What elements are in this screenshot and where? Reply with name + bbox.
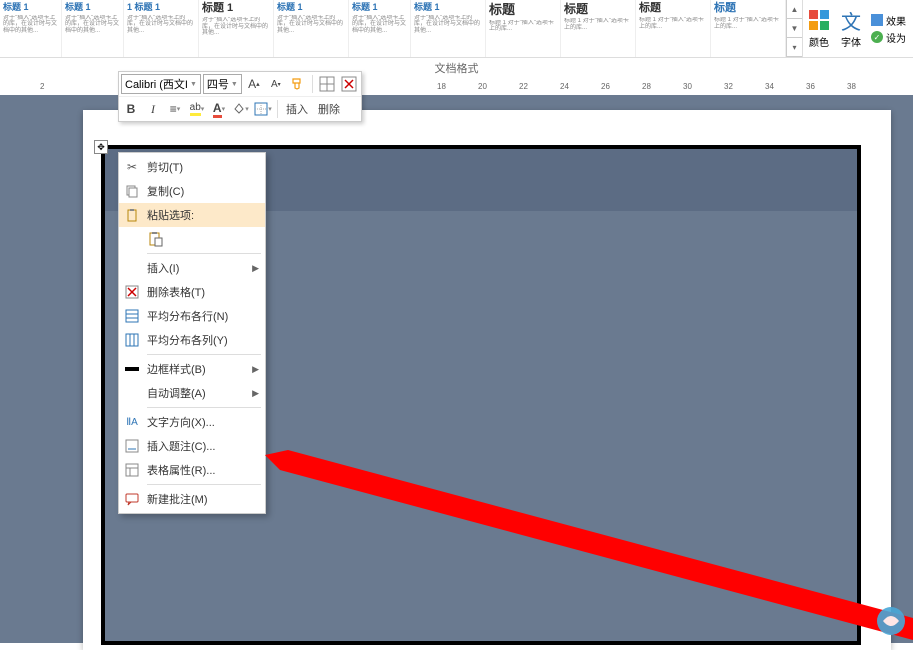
scissors-icon: ✂ [123, 159, 141, 175]
align-button[interactable]: ≡▾ [165, 99, 185, 119]
delete-table-menuitem[interactable]: 删除表格(T) [119, 280, 265, 304]
chevron-right-icon: ▶ [252, 388, 259, 399]
watermark-logo [873, 603, 909, 639]
brush-icon [291, 77, 305, 91]
paint-bucket-icon [233, 103, 245, 115]
distribute-cols-icon [123, 332, 141, 348]
style-option[interactable]: 标题 标题 1 对于"插入"选项卡上的库... [636, 0, 711, 57]
scroll-up-button[interactable]: ▲ [787, 0, 802, 19]
insert-table-button[interactable] [317, 74, 337, 94]
insert-caption-menuitem[interactable]: 插入题注(C)... [119, 434, 265, 458]
colors-icon [807, 8, 831, 32]
cut-menuitem[interactable]: ✂ 剪切(T) [119, 155, 265, 179]
scroll-down-button[interactable]: ▼ [787, 19, 802, 38]
border-styles-menuitem[interactable]: 边框样式(B) ▶ [119, 357, 265, 381]
check-icon: ✓ [871, 31, 883, 43]
decrease-font-button[interactable]: A▾ [266, 74, 286, 94]
table-properties-menuitem[interactable]: 表格属性(R)... [119, 458, 265, 482]
table-delete-icon [341, 76, 357, 92]
copy-icon [123, 183, 141, 199]
borders-button[interactable]: ▾ [253, 99, 273, 119]
highlight-button[interactable]: ab▾ [187, 99, 207, 119]
chevron-right-icon: ▶ [252, 263, 259, 274]
fonts-icon: 文 [839, 8, 863, 32]
copy-menuitem[interactable]: 复制(C) [119, 179, 265, 203]
new-comment-menuitem[interactable]: 新建批注(M) [119, 487, 265, 511]
insert-menuitem[interactable]: 插入(I) ▶ [119, 256, 265, 280]
comment-icon [123, 491, 141, 507]
border-style-icon [123, 361, 141, 377]
style-option[interactable]: 标题 1 对于"插入"选项卡上的库，在设计时与文档中的其他... [274, 0, 349, 57]
autofit-menuitem[interactable]: 自动调整(A) ▶ [119, 381, 265, 405]
style-option[interactable]: 标题 1 对于"插入"选项卡上的库，在设计时与文档中的其他... [62, 0, 124, 57]
fonts-button[interactable]: 文 字体 [839, 8, 863, 49]
font-color-button[interactable]: A▾ [209, 99, 229, 119]
style-option[interactable]: 标题 标题 1 对于"插入"选项卡上的库... [486, 0, 561, 57]
delete-label-button[interactable]: 删除 [314, 99, 344, 119]
clipboard-icon [123, 207, 141, 223]
style-option[interactable]: 1 标题 1 对于"插入"选项卡上的库，在设计时与文档中的其他... [124, 0, 199, 57]
style-gallery-scroll: ▲ ▼ ▾ [786, 0, 802, 57]
paste-keep-formatting[interactable] [119, 227, 265, 251]
bold-button[interactable]: B [121, 99, 141, 119]
italic-button[interactable]: I [143, 99, 163, 119]
text-direction-menuitem[interactable]: ⅡA 文字方向(X)... [119, 410, 265, 434]
increase-font-button[interactable]: A▴ [244, 74, 264, 94]
shading-button[interactable]: ▾ [231, 99, 251, 119]
context-menu: ✂ 剪切(T) 复制(C) 粘贴选项: 插入(I) ▶ 删除表格(T) 平均分布… [118, 152, 266, 514]
delete-table-button[interactable] [339, 74, 359, 94]
style-option[interactable]: 标题 标题 1 对于"插入"选项卡上的库... [561, 0, 636, 57]
table-grid-icon [319, 76, 335, 92]
properties-icon [123, 462, 141, 478]
document-styles-gallery: 标题 1 对于"插入"选项卡上的库，在设计时与文档中的其他... 标题 1 对于… [0, 0, 913, 58]
border-icon [254, 102, 268, 116]
effects-icon [871, 14, 883, 26]
style-option[interactable]: 标题 标题 1 对于"插入"选项卡上的库... [711, 0, 786, 57]
set-default-option[interactable]: ✓ 设为 [871, 30, 906, 45]
distribute-cols-menuitem[interactable]: 平均分布各列(Y) [119, 328, 265, 352]
distribute-rows-menuitem[interactable]: 平均分布各行(N) [119, 304, 265, 328]
insert-label-button[interactable]: 插入 [282, 99, 312, 119]
text-direction-icon: ⅡA [123, 414, 141, 430]
chevron-right-icon: ▶ [252, 364, 259, 375]
font-size-selector[interactable]: 四号▼ [203, 74, 242, 94]
distribute-rows-icon [123, 308, 141, 324]
style-option[interactable]: 标题 1 对于"插入"选项卡上的库，在设计时与文档中的其他... [0, 0, 62, 57]
font-name-selector[interactable]: Calibri (西文I▼ [121, 74, 201, 94]
paste-icon [147, 231, 165, 247]
table-move-handle[interactable]: ✥ [94, 140, 108, 154]
style-option[interactable]: 标题 1 对于"插入"选项卡上的库，在设计时与文档中的其他... [199, 0, 274, 57]
style-option[interactable]: 标题 1 对于"插入"选项卡上的库，在设计时与文档中的其他... [411, 0, 486, 57]
delete-table-icon [123, 284, 141, 300]
ribbon-right-group: 颜色 文 字体 效果 ✓ 设为 [802, 0, 910, 57]
font-color-icon: A [213, 101, 222, 118]
expand-gallery-button[interactable]: ▾ [787, 38, 802, 57]
mini-toolbar: Calibri (西文I▼ 四号▼ A▴ A▾ B I ≡▾ ab▾ A▾ ▾ [118, 71, 362, 122]
colors-button[interactable]: 颜色 [807, 8, 831, 49]
highlight-icon: ab [190, 102, 201, 116]
style-option[interactable]: 标题 1 对于"插入"选项卡上的库，在设计时与文档中的其他... [349, 0, 411, 57]
caption-icon [123, 438, 141, 454]
format-painter-button[interactable] [288, 74, 308, 94]
paste-options-menuitem[interactable]: 粘贴选项: [119, 203, 265, 227]
effects-option[interactable]: 效果 [871, 13, 906, 28]
